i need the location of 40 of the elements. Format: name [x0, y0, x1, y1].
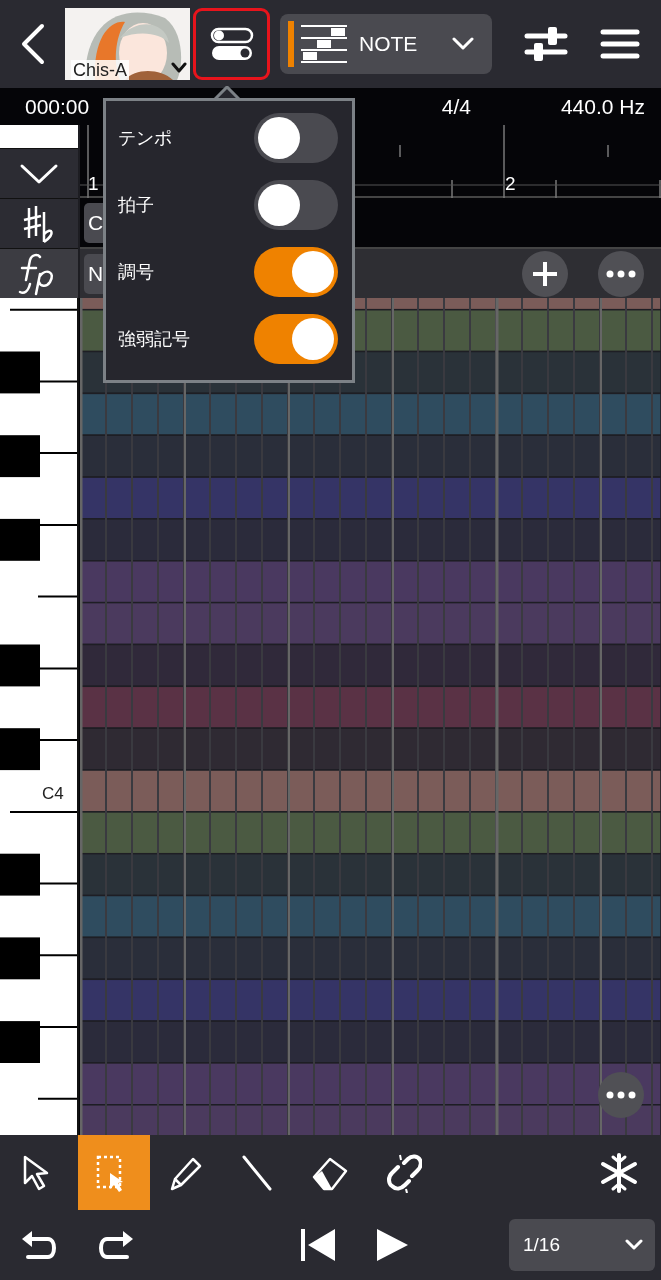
time-display: 000:00 [25, 94, 90, 119]
more-button[interactable] [598, 250, 644, 297]
piano-roll-icon [301, 24, 347, 64]
setting-label: 調号 [118, 261, 154, 284]
plus-icon [532, 260, 558, 287]
more-icon [606, 269, 636, 278]
toggle-switch[interactable] [254, 314, 338, 364]
toggle-icon [208, 27, 255, 61]
setting-label: 拍子 [118, 194, 154, 217]
setting-label: 強弱記号 [118, 328, 190, 351]
caret-icon [625, 1239, 643, 1251]
measure-number: 1 [88, 173, 99, 195]
piano-keyboard-drawing[interactable] [0, 298, 80, 1135]
singer-avatar[interactable]: Chis-A [65, 8, 190, 80]
snowflake-icon[interactable] [599, 1152, 639, 1193]
key-signature-button[interactable] [0, 198, 78, 248]
setting-label: テンポ [118, 127, 172, 150]
caret-icon [171, 62, 187, 74]
singer-name: Chis-A [71, 60, 129, 80]
menu-icon[interactable] [600, 27, 640, 61]
toggle-switch[interactable] [254, 113, 338, 163]
display-toggle-button[interactable] [193, 8, 270, 80]
track-selector[interactable]: NOTE [280, 14, 492, 74]
more-icon [606, 1091, 636, 1099]
octave-label: C4 [42, 784, 64, 804]
skip-to-start-icon [299, 1227, 337, 1263]
sharp-flat-icon [22, 203, 56, 244]
toggle-switch[interactable] [254, 247, 338, 297]
add-button[interactable] [522, 250, 568, 297]
caret-icon [452, 37, 474, 51]
toggle-switch[interactable] [254, 180, 338, 230]
collapse-button[interactable] [0, 148, 78, 198]
quantize-dropdown[interactable]: 1/16 [509, 1219, 655, 1271]
time-signature: 4/4 [441, 94, 471, 119]
pitch-reference: 440.0 Hz [560, 94, 645, 119]
measure-number: 2 [505, 173, 516, 195]
chevron-down-icon [19, 162, 59, 185]
mixer-icon[interactable] [524, 24, 568, 64]
play-icon [374, 1227, 410, 1263]
dynamics-button[interactable] [0, 248, 78, 298]
